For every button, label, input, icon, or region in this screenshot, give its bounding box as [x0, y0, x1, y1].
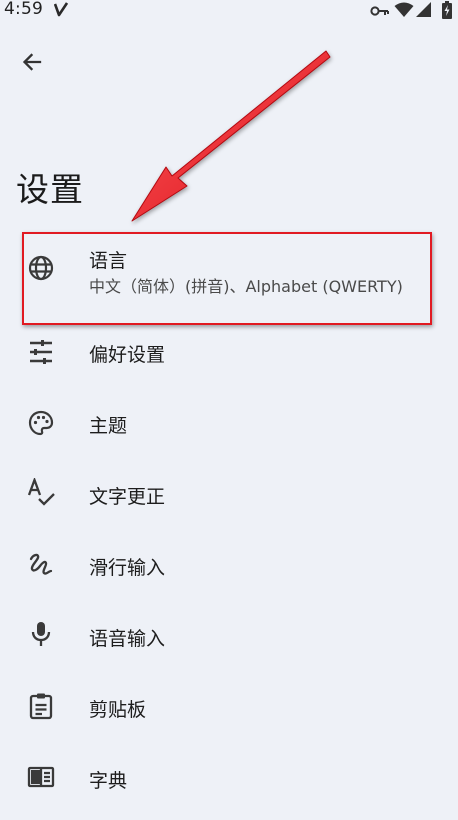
setting-item-label: 滑行输入: [89, 557, 166, 579]
status-bar: 4:59: [0, 0, 458, 22]
spellcheck-icon: [27, 478, 55, 506]
annotation-highlight-box: [22, 232, 432, 325]
vpn-key-icon: [370, 3, 390, 22]
tune-icon: [27, 338, 55, 366]
setting-item-label: 剪贴板: [89, 699, 147, 721]
setting-item-label: 语音输入: [89, 628, 166, 650]
cell-signal-icon: [416, 2, 432, 22]
app-notification-icon: [53, 2, 69, 22]
wifi-icon: [394, 2, 414, 22]
setting-item-label: 主题: [89, 415, 128, 437]
setting-item-voice-input[interactable]: 语音输入: [0, 601, 458, 671]
battery-charging-icon: [442, 1, 452, 23]
setting-item-label: 文字更正: [89, 486, 166, 508]
setting-item-dictionary[interactable]: 字典: [0, 743, 458, 813]
microphone-icon: [27, 620, 55, 648]
back-button[interactable]: [10, 42, 54, 86]
arrow-back-icon: [20, 50, 44, 78]
setting-item-preferences[interactable]: 偏好设置: [0, 317, 458, 387]
setting-item-text-correction[interactable]: 文字更正: [0, 459, 458, 529]
dictionary-book-icon: [27, 763, 55, 791]
setting-item-label: 偏好设置: [89, 344, 166, 366]
status-time: 4:59: [4, 0, 43, 19]
setting-item-label: 字典: [89, 770, 128, 792]
palette-icon: [27, 409, 55, 437]
page-title: 设置: [16, 170, 84, 209]
setting-item-clipboard[interactable]: 剪贴板: [0, 672, 458, 742]
setting-item-theme[interactable]: 主题: [0, 388, 458, 458]
clipboard-icon: [27, 692, 55, 720]
gesture-icon: [27, 551, 55, 579]
setting-item-glide-typing[interactable]: 滑行输入: [0, 530, 458, 600]
